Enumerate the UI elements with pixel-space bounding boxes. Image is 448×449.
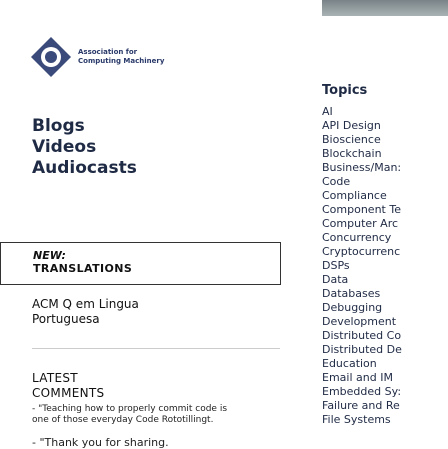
topic-item[interactable]: Component Te bbox=[322, 203, 448, 217]
topic-item[interactable]: Education bbox=[322, 357, 448, 371]
banner-image bbox=[322, 0, 448, 16]
topic-item[interactable]: Databases bbox=[322, 287, 448, 301]
topic-item[interactable]: Business/Man: bbox=[322, 161, 448, 175]
logo-line1: Association for bbox=[78, 48, 138, 56]
topic-item[interactable]: AI bbox=[322, 105, 448, 119]
divider bbox=[32, 348, 280, 349]
acm-lingua-link[interactable]: ACM Q em Lingua Portuguesa bbox=[32, 297, 139, 327]
topic-item[interactable]: Distributed De bbox=[322, 343, 448, 357]
topic-item[interactable]: File Systems bbox=[322, 413, 448, 427]
logo-line2: Computing Machinery bbox=[78, 57, 165, 65]
topic-item[interactable]: Computer Arc bbox=[322, 217, 448, 231]
topic-item[interactable]: Code bbox=[322, 175, 448, 189]
nav-blogs[interactable]: Blogs bbox=[32, 116, 137, 137]
topic-item[interactable]: Distributed Co bbox=[322, 329, 448, 343]
comment-1[interactable]: - "Teaching how to properly commit code … bbox=[32, 404, 232, 426]
new-translations-box[interactable]: NEW: TRANSLATIONS bbox=[0, 242, 281, 285]
acm-logo[interactable]: Association for Computing Machinery bbox=[30, 36, 164, 78]
latest-line1: LATEST bbox=[32, 371, 78, 385]
right-column: Topics AI API Design Bioscience Blockcha… bbox=[312, 0, 448, 448]
topic-item[interactable]: Compliance bbox=[322, 189, 448, 203]
topic-item[interactable]: Embedded Sy: bbox=[322, 385, 448, 399]
latest-comments-heading: LATEST COMMENTS bbox=[32, 371, 104, 401]
new-label: NEW: bbox=[33, 249, 66, 262]
main-nav: Blogs Videos Audiocasts bbox=[32, 116, 137, 179]
topic-item[interactable]: Email and IM bbox=[322, 371, 448, 385]
acm-diamond-icon bbox=[31, 37, 71, 77]
translations-label: TRANSLATIONS bbox=[33, 262, 133, 275]
topic-item[interactable]: Blockchain bbox=[322, 147, 448, 161]
acm-lingua-line2: Portuguesa bbox=[32, 312, 100, 326]
topic-item[interactable]: Development bbox=[322, 315, 448, 329]
topic-item[interactable]: Failure and Re bbox=[322, 399, 448, 413]
topics-title: Topics bbox=[322, 83, 368, 98]
topic-item[interactable]: Concurrency bbox=[322, 231, 448, 245]
left-column: Association for Computing Machinery Blog… bbox=[0, 0, 281, 449]
latest-line2: COMMENTS bbox=[32, 386, 105, 400]
topic-item[interactable]: Bioscience bbox=[322, 133, 448, 147]
nav-audiocasts[interactable]: Audiocasts bbox=[32, 158, 137, 179]
topic-item[interactable]: DSPs bbox=[322, 259, 448, 273]
topic-item[interactable]: Cryptocurrenc bbox=[322, 245, 448, 259]
topic-item[interactable]: Data bbox=[322, 273, 448, 287]
topics-list: AI API Design Bioscience Blockchain Busi… bbox=[322, 105, 448, 427]
topic-item[interactable]: Debugging bbox=[322, 301, 448, 315]
topic-item[interactable]: API Design bbox=[322, 119, 448, 133]
logo-text: Association for Computing Machinery bbox=[78, 48, 164, 66]
comment-2[interactable]: - "Thank you for sharing. bbox=[32, 436, 169, 449]
nav-videos[interactable]: Videos bbox=[32, 137, 137, 158]
acm-lingua-line1: ACM Q em Lingua bbox=[32, 297, 139, 311]
